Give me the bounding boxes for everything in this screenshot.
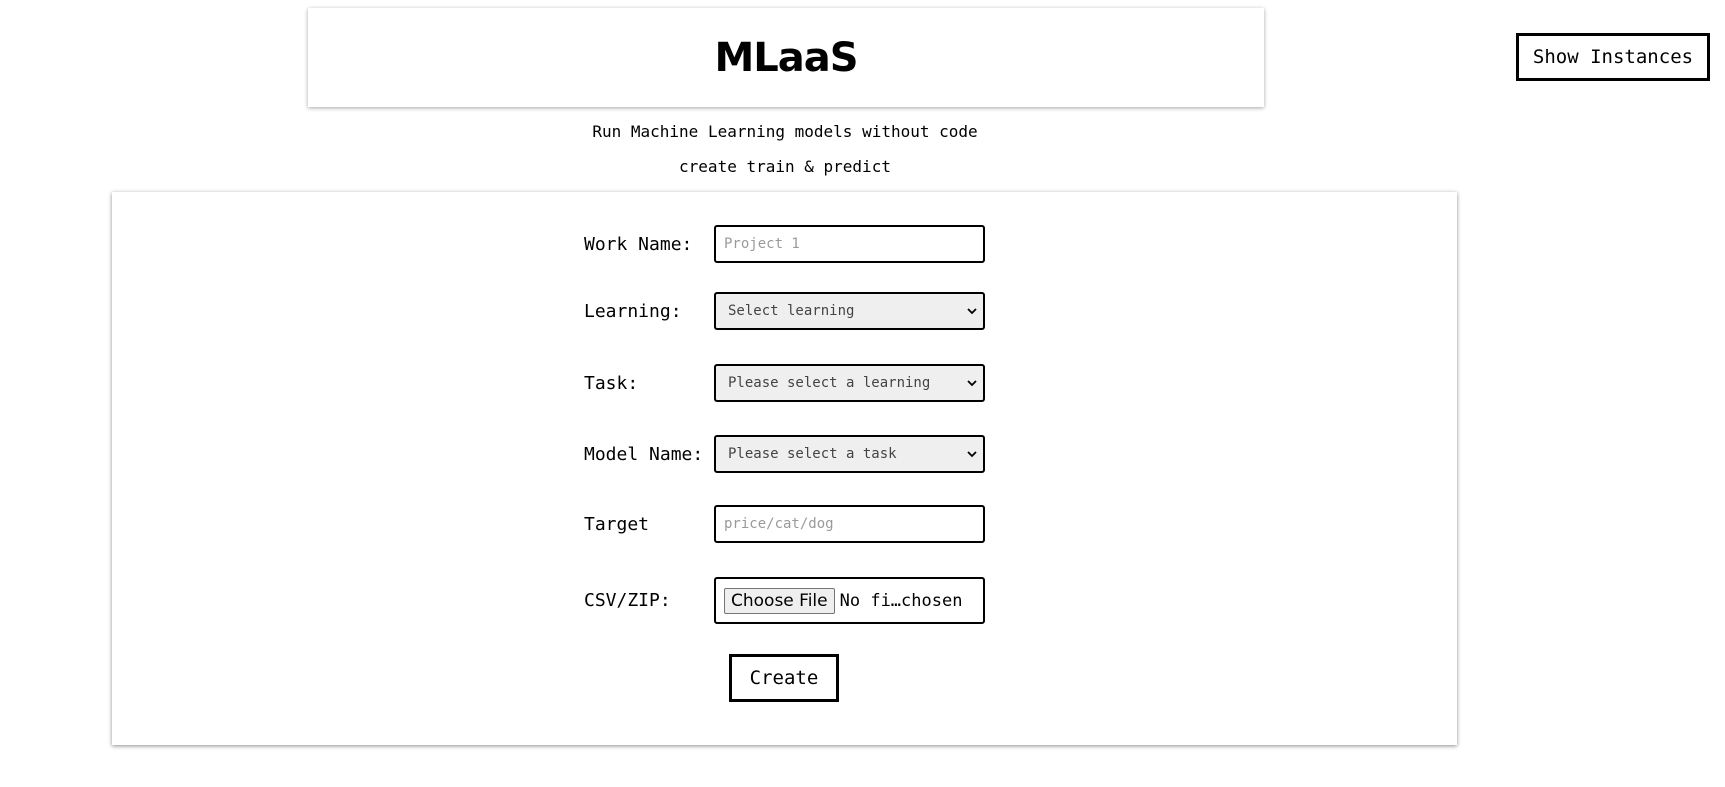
learning-select[interactable]: Select learning: [714, 292, 985, 330]
app-title: MLaaS: [714, 34, 858, 81]
model-name-select[interactable]: Please select a task: [714, 435, 985, 473]
file-status-text: No fi…chosen: [839, 590, 963, 611]
model-name-label: Model Name:: [584, 443, 704, 465]
task-select[interactable]: Please select a learning: [714, 364, 985, 402]
target-label: Target: [584, 513, 650, 535]
chevron-down-icon: [967, 308, 977, 315]
task-selected-value: Please select a learning: [728, 375, 931, 391]
header-card: MLaaS: [308, 8, 1264, 107]
choose-file-button[interactable]: Choose File: [724, 587, 835, 614]
show-instances-button[interactable]: Show Instances: [1516, 33, 1710, 81]
page: MLaaS Show Instances Run Machine Learnin…: [0, 0, 1725, 787]
tagline-primary: Run Machine Learning models without code: [592, 122, 978, 141]
target-input[interactable]: price/cat/dog: [714, 505, 985, 543]
model-name-selected-value: Please select a task: [728, 446, 897, 462]
work-name-input[interactable]: Project 1: [714, 225, 985, 263]
csv-zip-file-input: Choose File No fi…chosen: [714, 577, 985, 624]
learning-label: Learning:: [584, 300, 682, 322]
learning-row: Learning: Select learning: [584, 292, 985, 330]
tagline-secondary: create train & predict: [679, 157, 891, 176]
work-name-row: Work Name: Project 1: [584, 225, 985, 263]
csv-zip-label: CSV/ZIP:: [584, 590, 671, 611]
model-name-row: Model Name: Please select a task: [584, 435, 985, 473]
chevron-down-icon: [967, 380, 977, 387]
create-button[interactable]: Create: [729, 654, 839, 702]
create-form: Work Name: Project 1 Learning: Select le…: [112, 192, 1457, 745]
learning-selected-value: Select learning: [728, 303, 855, 319]
work-name-placeholder: Project 1: [724, 236, 800, 252]
target-placeholder: price/cat/dog: [724, 516, 834, 532]
csv-zip-row: CSV/ZIP: Choose File No fi…chosen: [584, 577, 985, 624]
target-row: Target price/cat/dog: [584, 505, 985, 543]
task-label: Task:: [584, 372, 639, 394]
task-row: Task: Please select a learning: [584, 364, 985, 402]
chevron-down-icon: [967, 451, 977, 458]
work-name-label: Work Name:: [584, 233, 693, 255]
